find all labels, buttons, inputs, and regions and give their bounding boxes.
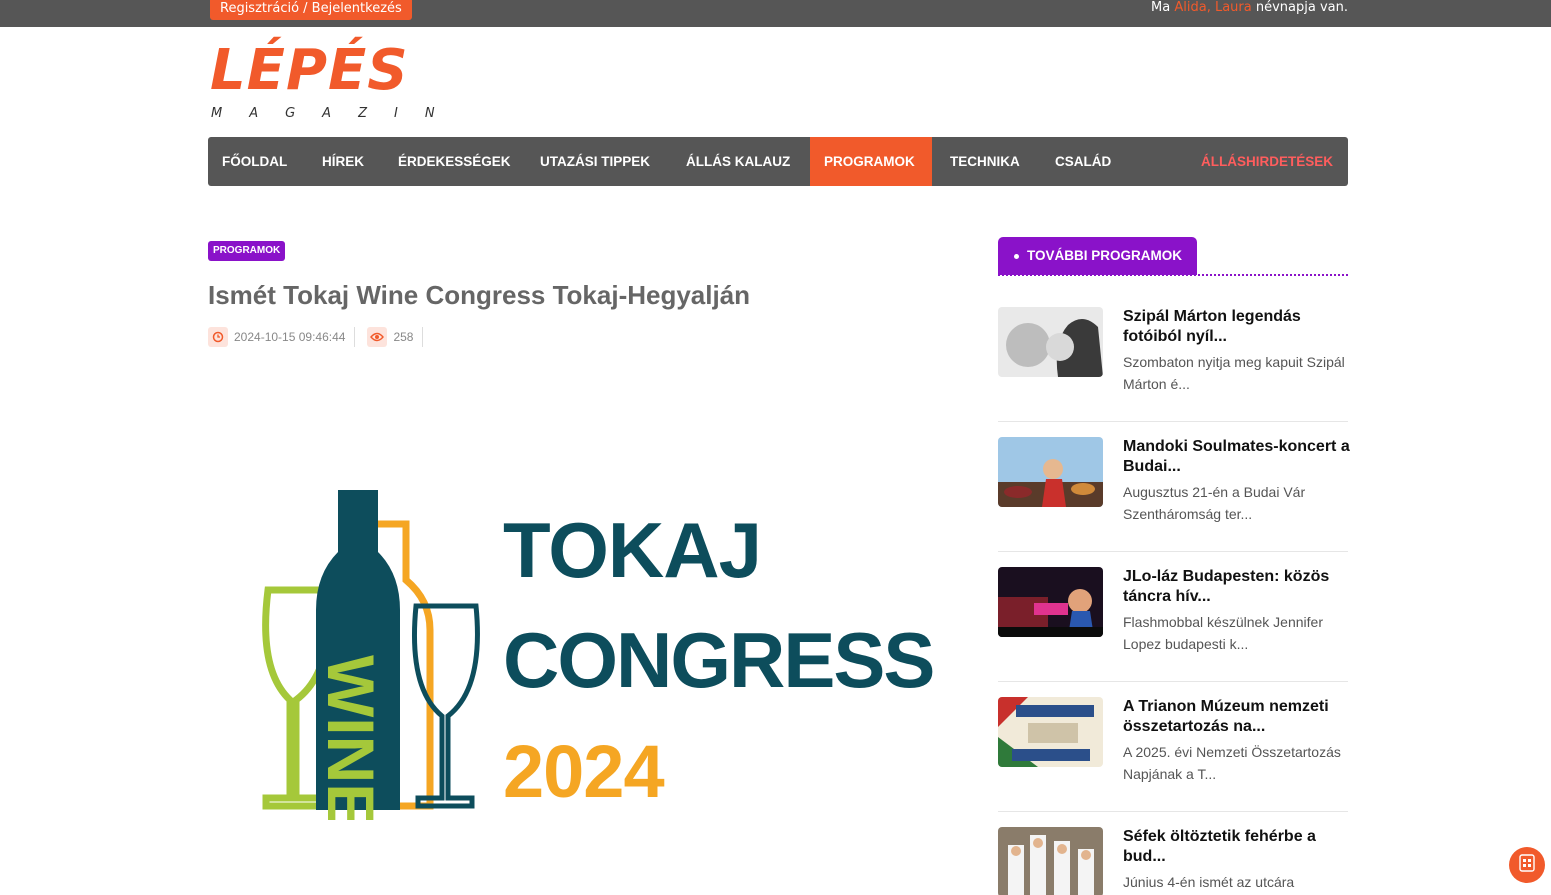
sidebar-divider	[998, 274, 1348, 276]
article-meta: 2024-10-15 09:46:44 258	[208, 326, 435, 348]
nameday-text: Ma Alida, Laura névnapja van.	[1151, 0, 1348, 18]
floating-widget-button[interactable]	[1509, 847, 1545, 883]
wine-vertical-word: WINE	[314, 655, 388, 827]
post-title[interactable]: Szipál Márton legendás fotóiból nyíl...	[1123, 307, 1351, 347]
site-logo[interactable]: LÉPÉS MAGAZIN	[210, 38, 435, 124]
post-separator	[998, 811, 1348, 812]
sidebar-post[interactable]: Séfek öltöztetik fehérbe a bud... Június…	[998, 827, 1348, 895]
post-separator	[998, 681, 1348, 682]
nameday-suffix: névnapja van.	[1251, 0, 1348, 15]
top-bar: Regisztráció / Bejelentkezés Ma Alida, L…	[0, 0, 1551, 27]
article-views: 258	[393, 330, 414, 344]
nav-item-csalad[interactable]: CSALÁD	[1041, 137, 1125, 186]
post-thumbnail[interactable]	[998, 307, 1103, 377]
post-excerpt: A 2025. évi Nemzeti Összetartozás Napján…	[1123, 744, 1341, 782]
widget-icon	[1519, 854, 1535, 876]
post-title[interactable]: Séfek öltöztetik fehérbe a bud...	[1123, 827, 1351, 867]
nameday-names: Alida, Laura	[1174, 0, 1252, 15]
nav-item-erdekessegek[interactable]: ÉRDEKESSÉGEK	[384, 137, 525, 186]
post-excerpt: Június 4-én ismét az utcára	[1123, 874, 1295, 890]
svg-text:WINE: WINE	[314, 655, 388, 820]
nav-item-hirek[interactable]: HÍREK	[308, 137, 378, 186]
clock-icon	[208, 327, 228, 347]
nameday-prefix: Ma	[1151, 0, 1175, 15]
sidebar-heading: TOVÁBBI PROGRAMOK	[1027, 248, 1183, 263]
post-title[interactable]: Mandoki Soulmates-koncert a Budai...	[1123, 437, 1351, 477]
post-thumbnail[interactable]	[998, 437, 1103, 507]
post-thumbnail[interactable]	[998, 827, 1103, 895]
post-thumbnail[interactable]	[998, 567, 1103, 637]
sidebar-post[interactable]: Szipál Márton legendás fotóiból nyíl... …	[998, 307, 1348, 437]
nav-item-technika[interactable]: TECHNIKA	[936, 137, 1034, 186]
bullet-icon	[1014, 253, 1019, 259]
logo-main-text: LÉPÉS	[210, 38, 409, 103]
article-date: 2024-10-15 09:46:44	[234, 330, 346, 344]
category-badge[interactable]: PROGRAMOK	[208, 241, 286, 261]
hero-text-tokaj: TOKAJ	[503, 506, 762, 594]
sidebar-post[interactable]: Mandoki Soulmates-koncert a Budai... Aug…	[998, 437, 1351, 567]
hero-text-congress: CONGRESS	[503, 616, 935, 704]
nav-item-utazasi-tippek[interactable]: UTAZÁSI TIPPEK	[526, 137, 664, 186]
sidebar-post[interactable]: A Trianon Múzeum nemzeti összetartozás n…	[998, 697, 1348, 827]
register-login-button[interactable]: Regisztráció / Bejelentkezés	[210, 0, 412, 20]
meta-divider	[422, 327, 424, 347]
post-excerpt: Flashmobbal készülnek Jennifer Lopez bud…	[1123, 614, 1323, 652]
post-title[interactable]: A Trianon Múzeum nemzeti összetartozás n…	[1123, 697, 1351, 737]
post-excerpt: Augusztus 21-én a Budai Vár Szentháromsá…	[1123, 484, 1306, 522]
logo-sub-text: MAGAZIN	[211, 106, 462, 121]
nav-item-allas-kalauz[interactable]: ÁLLÁS KALAUZ	[672, 137, 804, 186]
main-nav: FŐOLDAL HÍREK ÉRDEKESSÉGEK UTAZÁSI TIPPE…	[208, 137, 1348, 186]
nav-item-fooldal[interactable]: FŐOLDAL	[208, 137, 301, 186]
post-thumbnail[interactable]	[998, 697, 1103, 767]
post-separator	[998, 421, 1348, 422]
eye-icon	[367, 327, 388, 347]
nav-item-programok[interactable]: PROGRAMOK	[810, 137, 932, 186]
sidebar-heading-tab[interactable]: TOVÁBBI PROGRAMOK	[998, 237, 1198, 275]
article-hero-image: WINE TOKAJ CONGRESS 2024	[258, 480, 935, 827]
nav-item-allashirdetesek[interactable]: ÁLLÁSHIRDETÉSEK	[1187, 137, 1347, 186]
post-separator	[998, 551, 1348, 552]
wine-glass-bottle-graphic: WINE	[262, 490, 480, 827]
post-excerpt: Szombaton nyitja meg kapuit Szipál Márto…	[1123, 354, 1345, 392]
sidebar-post[interactable]: JLo-láz Budapesten: közös táncra hív... …	[998, 567, 1348, 697]
meta-divider	[354, 327, 356, 347]
post-title[interactable]: JLo-láz Budapesten: közös táncra hív...	[1123, 567, 1351, 607]
hero-text-year: 2024	[503, 730, 665, 813]
article-title: Ismét Tokaj Wine Congress Tokaj-Hegyaljá…	[208, 280, 751, 310]
